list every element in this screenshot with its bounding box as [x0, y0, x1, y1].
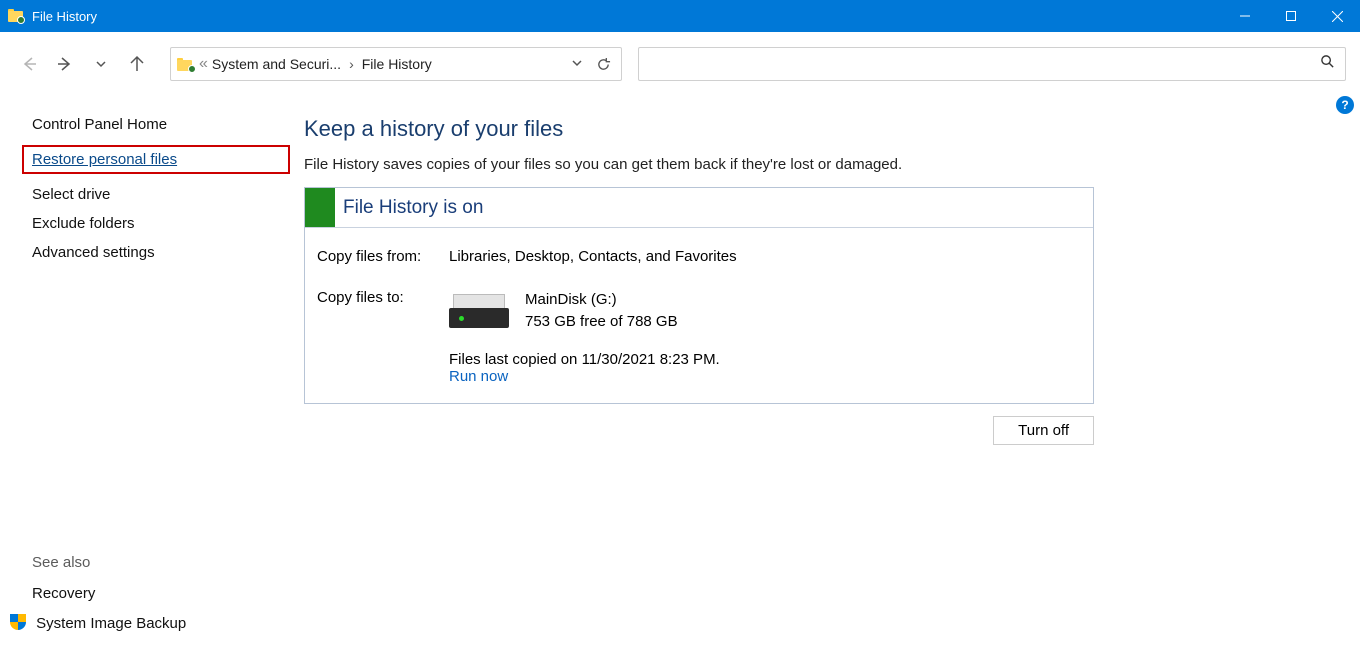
- exclude-folders-link[interactable]: Exclude folders: [32, 215, 290, 232]
- search-icon[interactable]: [1320, 54, 1335, 74]
- file-history-app-icon: [8, 8, 24, 24]
- breadcrumb-ellipsis[interactable]: «: [199, 55, 208, 73]
- control-panel-home-link[interactable]: Control Panel Home: [32, 116, 290, 133]
- maximize-button[interactable]: [1268, 0, 1314, 32]
- copy-to-label: Copy files to:: [317, 289, 449, 333]
- close-button[interactable]: [1314, 0, 1360, 32]
- sidebar: Control Panel Home Restore personal file…: [0, 96, 290, 670]
- copy-from-value: Libraries, Desktop, Contacts, and Favori…: [449, 248, 737, 265]
- refresh-button[interactable]: [591, 49, 615, 79]
- minimize-button[interactable]: [1222, 0, 1268, 32]
- see-also-heading: See also: [32, 554, 290, 571]
- main-content: ? Keep a history of your files File Hist…: [290, 96, 1360, 670]
- address-dropdown-button[interactable]: [567, 56, 587, 72]
- back-button[interactable]: [14, 49, 44, 79]
- page-description: File History saves copies of your files …: [304, 156, 1340, 173]
- drive-name: MainDisk (G:): [525, 289, 678, 311]
- toolbar: « System and Securi... › File History: [0, 32, 1360, 96]
- last-copied-text: Files last copied on 11/30/2021 8:23 PM.: [449, 351, 1081, 368]
- window-title: File History: [32, 9, 97, 24]
- status-header: File History is on: [305, 188, 1093, 228]
- drive-space: 753 GB free of 788 GB: [525, 311, 678, 333]
- select-drive-link[interactable]: Select drive: [32, 186, 290, 203]
- status-title: File History is on: [343, 197, 483, 219]
- status-panel: File History is on Copy files from: Libr…: [304, 187, 1094, 404]
- titlebar: File History: [0, 0, 1360, 32]
- up-button[interactable]: [122, 49, 152, 79]
- chevron-right-icon[interactable]: ›: [345, 56, 358, 72]
- advanced-settings-link[interactable]: Advanced settings: [32, 244, 290, 261]
- status-indicator-icon: [305, 188, 335, 227]
- recovery-link[interactable]: Recovery: [32, 585, 290, 602]
- help-button[interactable]: ?: [1336, 96, 1354, 114]
- system-image-backup-label: System Image Backup: [36, 615, 186, 632]
- turn-off-button[interactable]: Turn off: [993, 416, 1094, 445]
- run-now-link[interactable]: Run now: [449, 368, 1081, 385]
- copy-from-label: Copy files from:: [317, 248, 449, 265]
- drive-icon: [449, 294, 509, 328]
- page-heading: Keep a history of your files: [304, 116, 1340, 142]
- forward-button[interactable]: [50, 49, 80, 79]
- search-bar[interactable]: [638, 47, 1346, 81]
- breadcrumb-file-history[interactable]: File History: [362, 56, 432, 72]
- system-image-backup-link[interactable]: System Image Backup: [32, 614, 290, 632]
- recent-dropdown-button[interactable]: [86, 49, 116, 79]
- folder-icon: [177, 55, 195, 73]
- address-bar[interactable]: « System and Securi... › File History: [170, 47, 622, 81]
- shield-icon: [10, 614, 26, 630]
- restore-personal-files-link[interactable]: Restore personal files: [22, 145, 290, 174]
- breadcrumb-system-security[interactable]: System and Securi...: [212, 56, 341, 72]
- search-input[interactable]: [649, 56, 1320, 72]
